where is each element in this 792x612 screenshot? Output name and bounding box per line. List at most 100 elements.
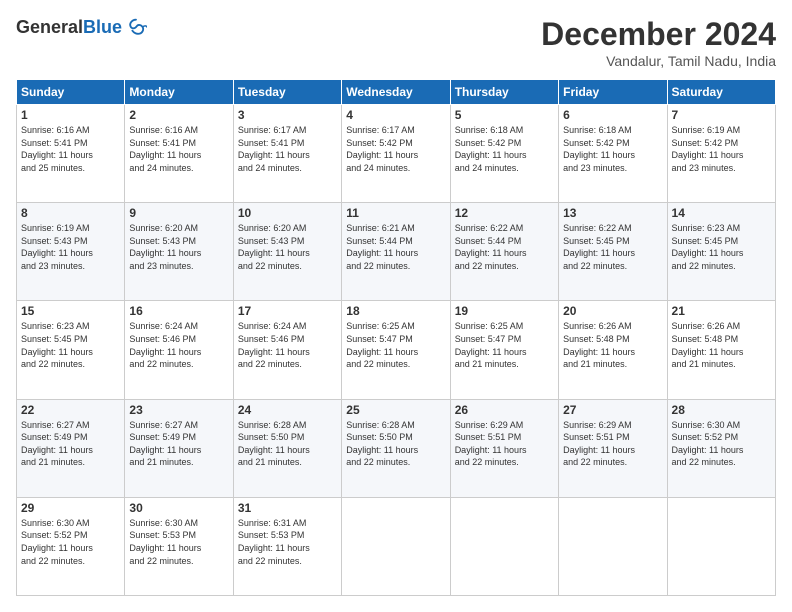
day-number: 12 [455,206,554,220]
day-number: 7 [672,108,771,122]
page: GeneralBlue December 2024 Vandalur, Tami… [0,0,792,612]
header-row: Sunday Monday Tuesday Wednesday Thursday… [17,80,776,105]
col-sunday: Sunday [17,80,125,105]
day-number: 10 [238,206,337,220]
logo: GeneralBlue [16,16,147,38]
col-saturday: Saturday [667,80,775,105]
month-title: December 2024 [541,16,776,53]
day-info: Sunrise: 6:19 AM Sunset: 5:43 PM Dayligh… [21,222,120,272]
table-row: 6 Sunrise: 6:18 AM Sunset: 5:42 PM Daylig… [559,105,667,203]
blue-label: Blue [83,17,122,38]
day-number: 30 [129,501,228,515]
table-row: 8 Sunrise: 6:19 AM Sunset: 5:43 PM Daylig… [17,203,125,301]
table-row: 16Sunrise: 6:24 AM Sunset: 5:46 PM Dayli… [125,301,233,399]
table-row: 25 Sunrise: 6:28 AM Sunset: 5:50 PM Dayli… [342,399,450,497]
table-row: 23 Sunrise: 6:27 AM Sunset: 5:49 PM Dayli… [125,399,233,497]
table-row: 19 Sunrise: 6:25 AM Sunset: 5:47 PM Dayli… [450,301,558,399]
general-label: General [16,17,83,38]
day-number: 29 [21,501,120,515]
day-number: 21 [672,304,771,318]
day-info: Sunrise: 6:27 AM Sunset: 5:49 PM Dayligh… [129,419,228,469]
col-wednesday: Wednesday [342,80,450,105]
col-thursday: Thursday [450,80,558,105]
table-row: 13Sunrise: 6:22 AM Sunset: 5:45 PM Dayli… [559,203,667,301]
day-info: Sunrise: 6:18 AM Sunset: 5:42 PM Dayligh… [563,124,662,174]
table-row: 27 Sunrise: 6:29 AM Sunset: 5:51 PM Dayli… [559,399,667,497]
day-number: 26 [455,403,554,417]
day-info: Sunrise: 6:17 AM Sunset: 5:42 PM Dayligh… [346,124,445,174]
table-row: 29 Sunrise: 6:30 AM Sunset: 5:52 PM Dayli… [17,497,125,595]
title-section: December 2024 Vandalur, Tamil Nadu, Indi… [541,16,776,69]
col-friday: Friday [559,80,667,105]
day-info: Sunrise: 6:24 AM Sunset: 5:46 PM Dayligh… [238,320,337,370]
location: Vandalur, Tamil Nadu, India [541,53,776,69]
day-info: Sunrise: 6:23 AM Sunset: 5:45 PM Dayligh… [672,222,771,272]
table-row: 1 Sunrise: 6:16 AM Sunset: 5:41 PM Daylig… [17,105,125,203]
table-row: 3Sunrise: 6:17 AM Sunset: 5:41 PM Daylig… [233,105,341,203]
day-number: 2 [129,108,228,122]
day-info: Sunrise: 6:24 AM Sunset: 5:46 PM Dayligh… [129,320,228,370]
table-row [342,497,450,595]
day-number: 22 [21,403,120,417]
day-info: Sunrise: 6:29 AM Sunset: 5:51 PM Dayligh… [563,419,662,469]
table-row: 11 Sunrise: 6:21 AM Sunset: 5:44 PM Dayli… [342,203,450,301]
table-row: 20Sunrise: 6:26 AM Sunset: 5:48 PM Dayli… [559,301,667,399]
table-row: 30 Sunrise: 6:30 AM Sunset: 5:53 PM Dayli… [125,497,233,595]
day-info: Sunrise: 6:22 AM Sunset: 5:44 PM Dayligh… [455,222,554,272]
day-number: 25 [346,403,445,417]
day-info: Sunrise: 6:30 AM Sunset: 5:53 PM Dayligh… [129,517,228,567]
day-number: 31 [238,501,337,515]
day-info: Sunrise: 6:21 AM Sunset: 5:44 PM Dayligh… [346,222,445,272]
day-number: 8 [21,206,120,220]
day-number: 17 [238,304,337,318]
week-row-4: 22 Sunrise: 6:27 AM Sunset: 5:49 PM Dayli… [17,399,776,497]
day-info: Sunrise: 6:20 AM Sunset: 5:43 PM Dayligh… [129,222,228,272]
day-info: Sunrise: 6:20 AM Sunset: 5:43 PM Dayligh… [238,222,337,272]
table-row: 22 Sunrise: 6:27 AM Sunset: 5:49 PM Dayli… [17,399,125,497]
day-number: 5 [455,108,554,122]
day-info: Sunrise: 6:19 AM Sunset: 5:42 PM Dayligh… [672,124,771,174]
day-number: 4 [346,108,445,122]
table-row: 12 Sunrise: 6:22 AM Sunset: 5:44 PM Dayli… [450,203,558,301]
table-row: 21 Sunrise: 6:26 AM Sunset: 5:48 PM Dayli… [667,301,775,399]
day-info: Sunrise: 6:28 AM Sunset: 5:50 PM Dayligh… [238,419,337,469]
calendar-table: Sunday Monday Tuesday Wednesday Thursday… [16,79,776,596]
day-number: 18 [346,304,445,318]
day-number: 28 [672,403,771,417]
day-number: 1 [21,108,120,122]
day-number: 9 [129,206,228,220]
day-number: 15 [21,304,120,318]
day-number: 19 [455,304,554,318]
day-info: Sunrise: 6:30 AM Sunset: 5:52 PM Dayligh… [21,517,120,567]
day-info: Sunrise: 6:25 AM Sunset: 5:47 PM Dayligh… [346,320,445,370]
col-tuesday: Tuesday [233,80,341,105]
col-monday: Monday [125,80,233,105]
day-number: 11 [346,206,445,220]
table-row: 24Sunrise: 6:28 AM Sunset: 5:50 PM Dayli… [233,399,341,497]
logo-text: GeneralBlue [16,16,147,38]
day-info: Sunrise: 6:17 AM Sunset: 5:41 PM Dayligh… [238,124,337,174]
day-info: Sunrise: 6:30 AM Sunset: 5:52 PM Dayligh… [672,419,771,469]
day-info: Sunrise: 6:28 AM Sunset: 5:50 PM Dayligh… [346,419,445,469]
day-info: Sunrise: 6:27 AM Sunset: 5:49 PM Dayligh… [21,419,120,469]
day-info: Sunrise: 6:16 AM Sunset: 5:41 PM Dayligh… [21,124,120,174]
table-row: 31Sunrise: 6:31 AM Sunset: 5:53 PM Dayli… [233,497,341,595]
week-row-3: 15Sunrise: 6:23 AM Sunset: 5:45 PM Dayli… [17,301,776,399]
table-row: 5Sunrise: 6:18 AM Sunset: 5:42 PM Daylig… [450,105,558,203]
table-row: 7 Sunrise: 6:19 AM Sunset: 5:42 PM Daylig… [667,105,775,203]
day-info: Sunrise: 6:26 AM Sunset: 5:48 PM Dayligh… [672,320,771,370]
table-row [559,497,667,595]
day-number: 20 [563,304,662,318]
day-info: Sunrise: 6:25 AM Sunset: 5:47 PM Dayligh… [455,320,554,370]
day-info: Sunrise: 6:22 AM Sunset: 5:45 PM Dayligh… [563,222,662,272]
table-row: 18 Sunrise: 6:25 AM Sunset: 5:47 PM Dayli… [342,301,450,399]
table-row: 14Sunrise: 6:23 AM Sunset: 5:45 PM Dayli… [667,203,775,301]
table-row: 4 Sunrise: 6:17 AM Sunset: 5:42 PM Daylig… [342,105,450,203]
day-number: 6 [563,108,662,122]
table-row: 9 Sunrise: 6:20 AM Sunset: 5:43 PM Daylig… [125,203,233,301]
day-number: 27 [563,403,662,417]
table-row: 15Sunrise: 6:23 AM Sunset: 5:45 PM Dayli… [17,301,125,399]
day-info: Sunrise: 6:29 AM Sunset: 5:51 PM Dayligh… [455,419,554,469]
day-number: 23 [129,403,228,417]
week-row-5: 29 Sunrise: 6:30 AM Sunset: 5:52 PM Dayli… [17,497,776,595]
